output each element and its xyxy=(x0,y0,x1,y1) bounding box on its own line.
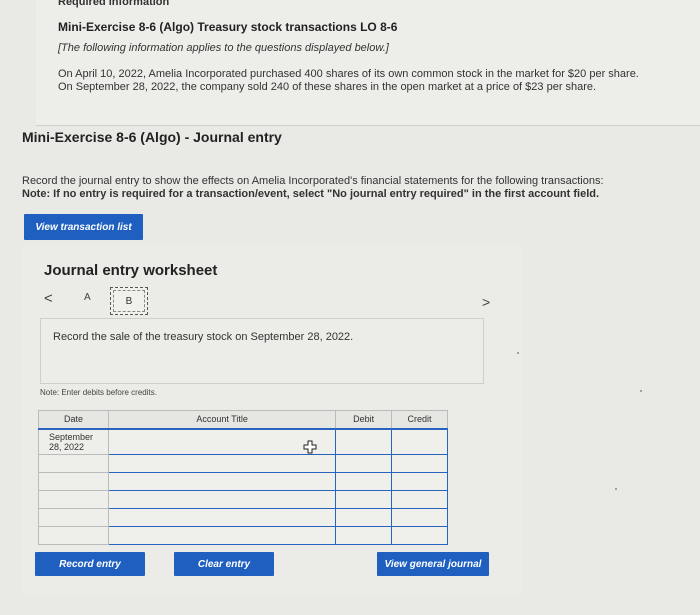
account-title-input[interactable] xyxy=(107,526,337,545)
debit-input[interactable] xyxy=(335,472,393,491)
transaction-prompt-box: Record the sale of the treasury stock on… xyxy=(40,318,484,384)
transaction-prompt: Record the sale of the treasury stock on… xyxy=(53,331,354,343)
section-title: Mini-Exercise 8-6 (Algo) - Journal entry xyxy=(22,129,282,145)
account-title-header: Account Title xyxy=(107,410,337,430)
information-panel: Required information Mini-Exercise 8-6 (… xyxy=(36,0,700,126)
tab-b-label: B xyxy=(125,295,133,307)
date-header: Date xyxy=(38,410,109,430)
date-line-1: September xyxy=(49,431,94,442)
decorative-dot xyxy=(517,352,519,354)
clear-entry-button[interactable]: Clear entry xyxy=(174,552,274,576)
instruction-text: Record the journal entry to show the eff… xyxy=(22,175,604,187)
debit-input[interactable] xyxy=(335,428,393,455)
debit-header: Debit xyxy=(335,410,393,430)
table-row xyxy=(38,472,448,491)
debit-input[interactable] xyxy=(335,490,393,509)
info-paragraph: On April 10, 2022, Amelia Incorporated p… xyxy=(58,68,698,94)
credit-input[interactable] xyxy=(391,472,448,491)
table-row xyxy=(38,490,448,509)
journal-table: Date Account Title Debit Credit Septembe… xyxy=(38,410,448,545)
date-cell xyxy=(38,508,109,527)
debit-input[interactable] xyxy=(335,508,393,527)
date-line-2: 28, 2022 xyxy=(49,441,85,452)
table-row xyxy=(38,508,448,527)
date-cell xyxy=(38,490,109,509)
date-cell xyxy=(38,472,109,491)
worksheet-title: Journal entry worksheet xyxy=(44,262,218,279)
credit-header: Credit xyxy=(391,410,448,430)
hand-cursor-icon xyxy=(303,440,317,457)
account-title-input[interactable] xyxy=(107,508,337,527)
date-cell: September 28, 2022 xyxy=(38,428,109,455)
table-row xyxy=(38,454,448,473)
account-title-input[interactable] xyxy=(107,472,337,491)
instructions: Record the journal entry to show the eff… xyxy=(22,175,692,201)
table-row xyxy=(38,526,448,545)
exercise-title: Mini-Exercise 8-6 (Algo) Treasury stock … xyxy=(58,20,398,34)
required-info-label: Required information xyxy=(58,0,170,8)
credit-input[interactable] xyxy=(391,428,448,455)
account-title-input[interactable] xyxy=(107,454,337,473)
view-transaction-list-button[interactable]: View transaction list xyxy=(24,214,143,240)
tab-b[interactable]: B xyxy=(110,287,148,315)
credit-input[interactable] xyxy=(391,508,448,527)
account-title-input[interactable] xyxy=(107,490,337,509)
next-chevron-icon[interactable]: > xyxy=(482,294,490,310)
record-entry-button[interactable]: Record entry xyxy=(35,552,145,576)
credit-input[interactable] xyxy=(391,454,448,473)
instruction-note: Note: If no entry is required for a tran… xyxy=(22,188,600,200)
cursor-plus-icon xyxy=(303,440,317,454)
tab-a[interactable]: A xyxy=(84,292,91,303)
date-cell xyxy=(38,526,109,545)
credit-input[interactable] xyxy=(391,490,448,509)
table-row: September 28, 2022 xyxy=(38,428,448,455)
previous-chevron-icon[interactable]: < xyxy=(44,290,53,307)
date-cell xyxy=(38,454,109,473)
debits-note: Note: Enter debits before credits. xyxy=(40,388,157,397)
view-general-journal-button[interactable]: View general journal xyxy=(377,552,489,576)
info-note: [The following information applies to th… xyxy=(58,42,389,54)
decorative-dot xyxy=(640,390,642,392)
info-line-1: On April 10, 2022, Amelia Incorporated p… xyxy=(58,68,639,80)
debit-input[interactable] xyxy=(335,454,393,473)
info-line-2: On September 28, 2022, the company sold … xyxy=(58,81,597,93)
credit-input[interactable] xyxy=(391,526,448,545)
decorative-dot xyxy=(615,488,617,490)
debit-input[interactable] xyxy=(335,526,393,545)
account-title-input[interactable] xyxy=(107,428,337,455)
